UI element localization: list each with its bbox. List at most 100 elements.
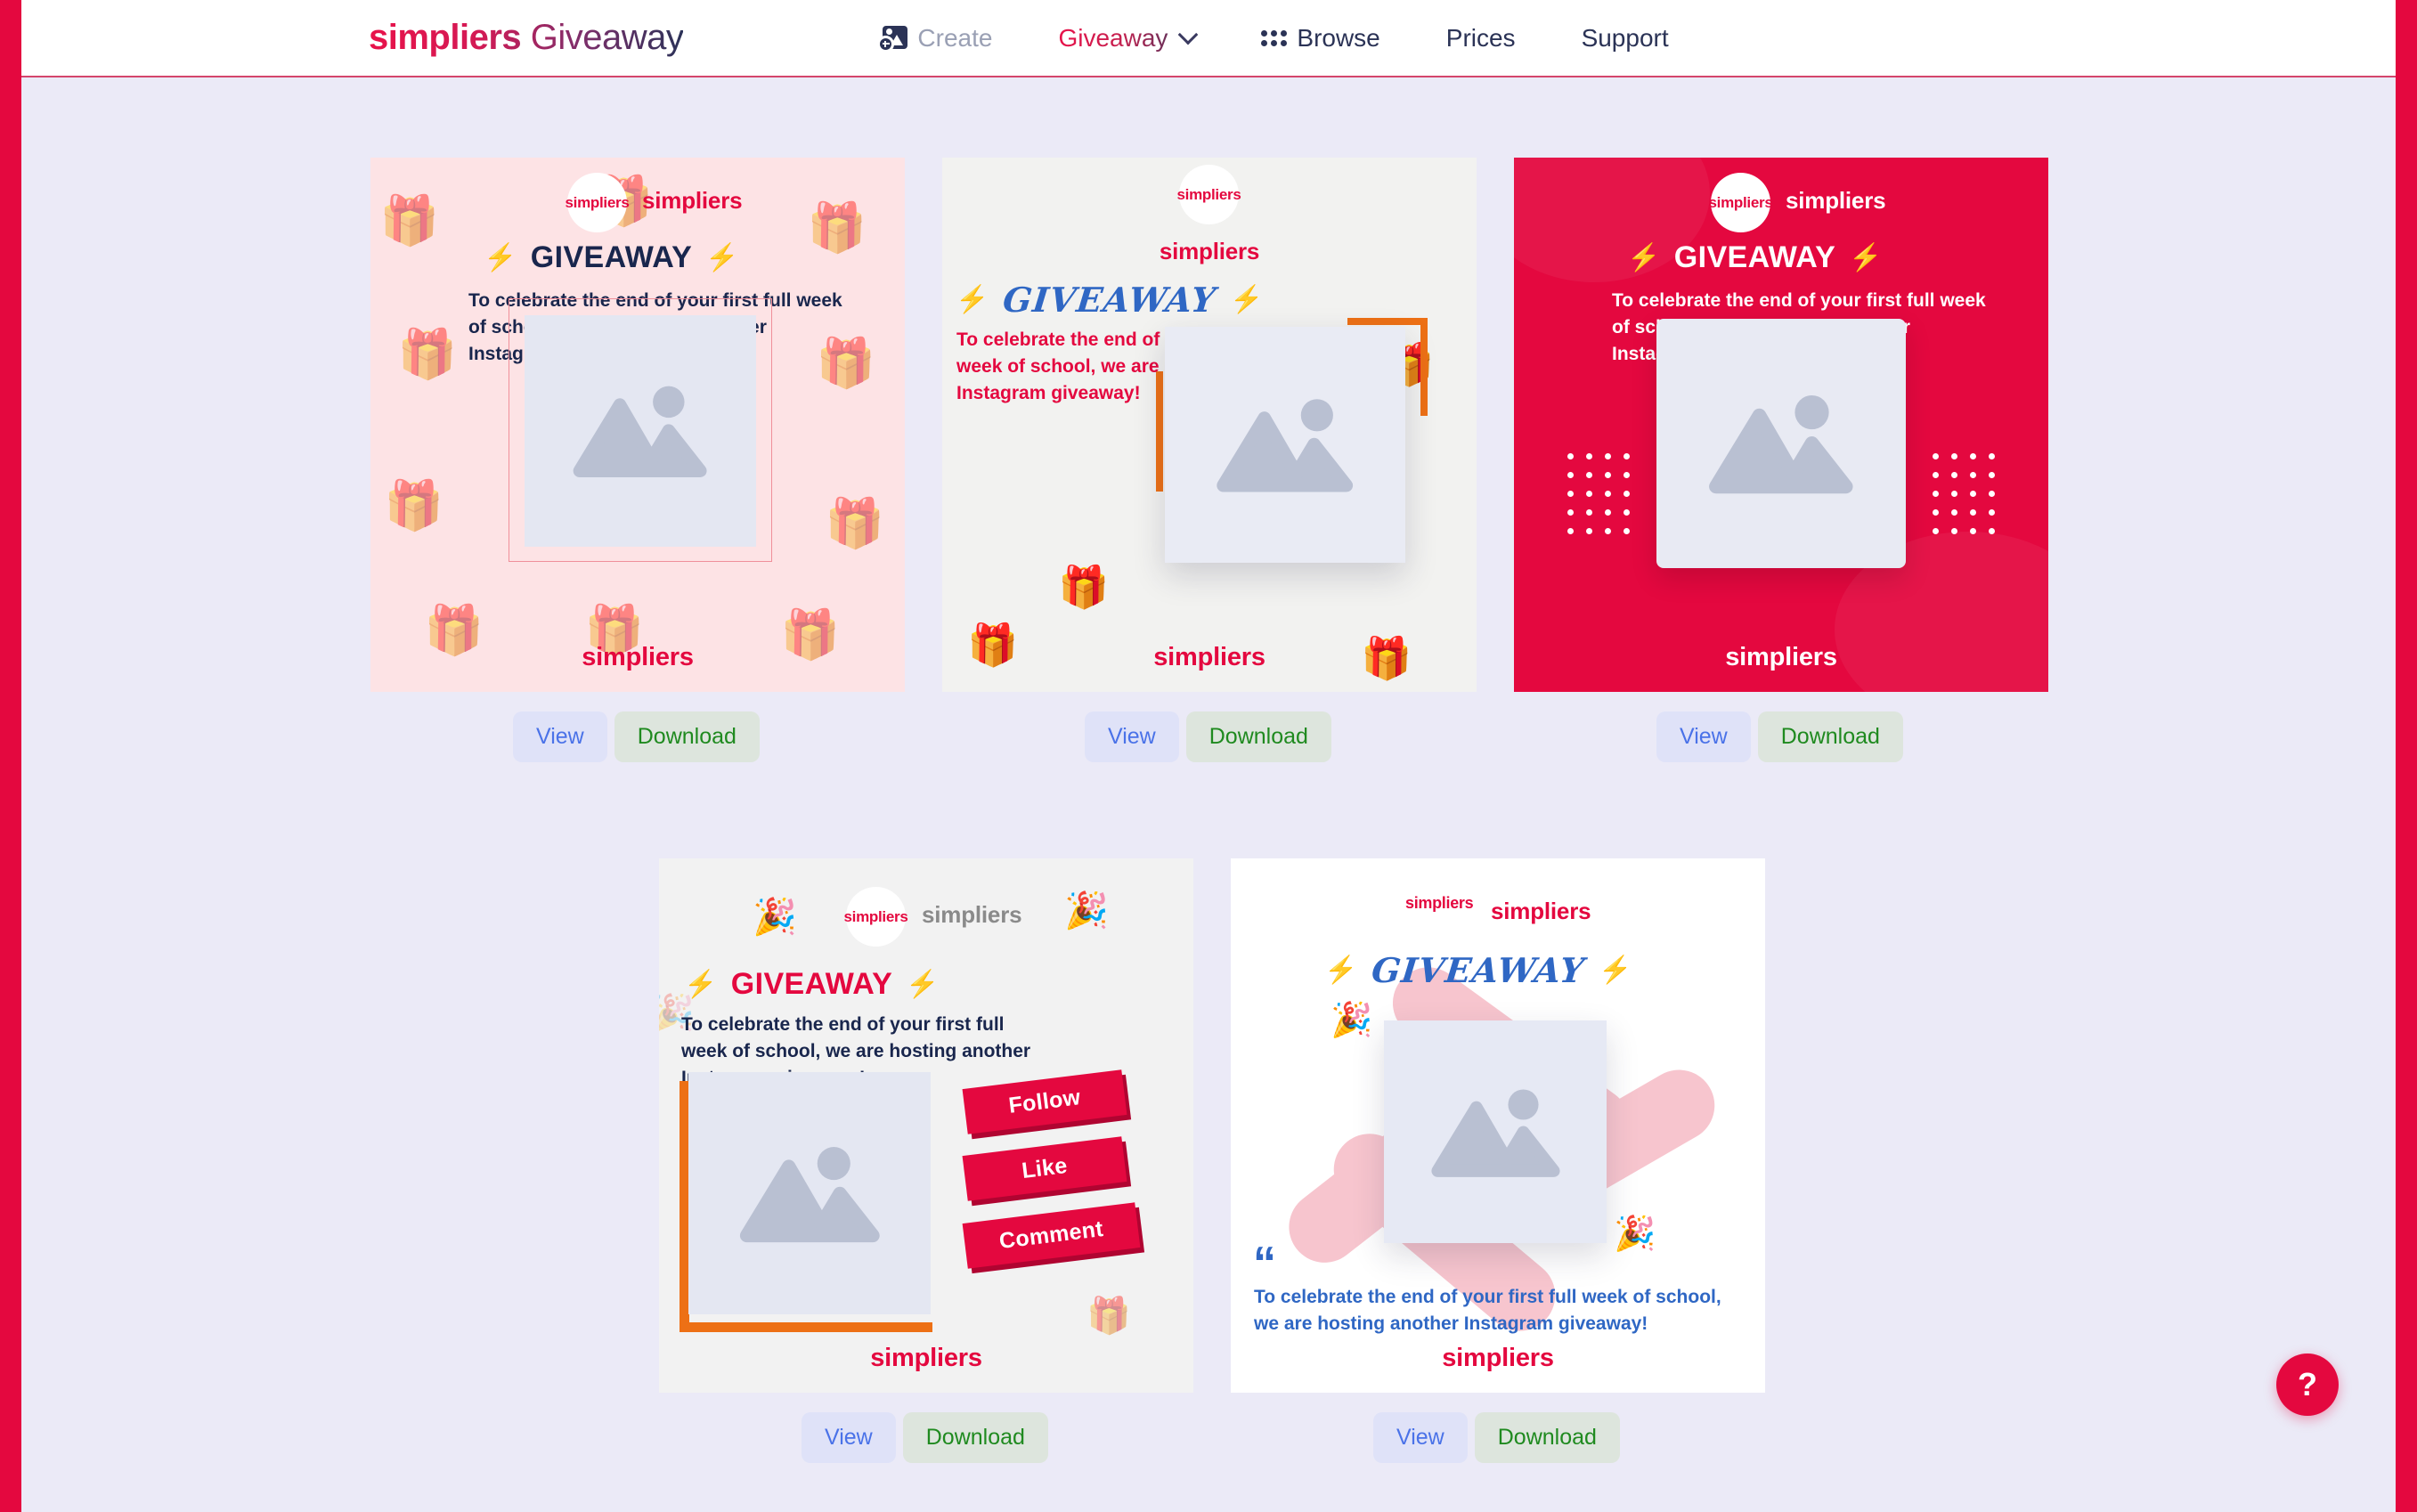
nav-item-support[interactable]: Support xyxy=(1582,24,1669,53)
card-actions-2: View Download xyxy=(942,711,1477,762)
download-button[interactable]: Download xyxy=(902,1412,1048,1463)
handle-top: simpliers xyxy=(922,901,1022,928)
image-placeholder[interactable] xyxy=(1656,319,1906,568)
logo-light: Giveaway xyxy=(530,18,684,57)
view-button[interactable]: View xyxy=(1656,711,1751,762)
template-gallery: 🎁🎁 🎁🎁 🎁🎁 🎁🎁 🎁🎁 simpliers simpliers ⚡ GIV… xyxy=(21,77,2396,1512)
card-actions-3: View Download xyxy=(1514,711,2048,762)
nav-item-giveaway[interactable]: Giveaway xyxy=(1058,23,1199,53)
description-text: To celebrate the end of your first full … xyxy=(1254,1287,1721,1334)
giveaway-title-block: ⚡ GIVEAWAY ⚡ xyxy=(484,240,739,275)
gift-outline-icon-2: 🎁 xyxy=(1058,564,1110,610)
avatar: simpliers xyxy=(1708,173,1773,232)
confetti-gift-icon-3: 🎁 xyxy=(1086,1297,1131,1336)
avatar-text: simpliers xyxy=(843,907,908,925)
dot-grid-left xyxy=(1567,453,1630,534)
chevron-down-icon xyxy=(1178,24,1199,45)
template-preview-grey[interactable]: 🎁 🎁 🎁 🎁 🎁 simpliers simpliers ⚡ GIVEAWAY… xyxy=(942,158,1477,692)
avatar: simpliers xyxy=(1176,165,1241,224)
nav-label-create: Create xyxy=(917,23,993,52)
nav-label-giveaway: Giveaway xyxy=(1058,23,1168,52)
bolt-icon-left: ⚡ xyxy=(1627,243,1661,272)
view-button[interactable]: View xyxy=(513,711,607,762)
confetti-gift-icon-1: 🎉 xyxy=(753,898,797,937)
action-tag-like[interactable]: Like xyxy=(962,1136,1127,1201)
template-preview-actions[interactable]: 🎉 🎉 🎁 🎉 simpliers simpliers ⚡ GIVEAWAY ⚡… xyxy=(659,858,1193,1393)
giveaway-title-block: ⚡ GIVEAWAY ⚡ xyxy=(954,280,1266,320)
help-button[interactable]: ? xyxy=(2276,1353,2339,1416)
nav-item-create[interactable]: Create xyxy=(877,24,992,53)
handle-bottom: simpliers xyxy=(1725,643,1837,671)
download-button[interactable]: Download xyxy=(614,711,760,762)
template-card-5: simpliers simpliers ⚡ GIVEAWAY ⚡ 🎉 🎉 “ T… xyxy=(1231,858,1765,1463)
nav-label-prices: Prices xyxy=(1445,23,1516,52)
confetti-gift-icon-2: 🎉 xyxy=(1614,1215,1656,1253)
nav-label-browse: Browse xyxy=(1297,23,1380,52)
handle-bottom: simpliers xyxy=(582,643,694,671)
nav-item-browse[interactable]: Browse xyxy=(1261,23,1380,53)
template-preview-white[interactable]: simpliers simpliers ⚡ GIVEAWAY ⚡ 🎉 🎉 “ T… xyxy=(1231,858,1765,1393)
avatar: simpliers xyxy=(1405,894,1474,913)
quote-mark-icon: “ xyxy=(1253,1238,1276,1289)
app-logo[interactable]: simpliers Giveaway xyxy=(369,18,683,58)
image-placeholder[interactable] xyxy=(1165,327,1405,563)
bolt-icon-right: ⚡ xyxy=(1598,955,1632,986)
bolt-icon-right: ⚡ xyxy=(1849,243,1883,272)
view-button[interactable]: View xyxy=(802,1412,896,1463)
handle-bottom: simpliers xyxy=(870,1344,982,1372)
template-card-2: 🎁 🎁 🎁 🎁 🎁 simpliers simpliers ⚡ GIVEAWAY… xyxy=(942,158,1477,762)
image-placeholder[interactable] xyxy=(688,1072,931,1314)
template-preview-crimson[interactable]: simpliers simpliers ⚡ GIVEAWAY ⚡ To cele… xyxy=(1514,158,2048,692)
handle-bottom: simpliers xyxy=(1153,643,1265,671)
download-button[interactable]: Download xyxy=(1757,711,1903,762)
giveaway-title: GIVEAWAY xyxy=(1673,240,1836,274)
giveaway-title: GIVEAWAY xyxy=(1369,950,1587,990)
nav-item-prices[interactable]: Prices xyxy=(1446,24,1516,53)
bolt-icon-left: ⚡ xyxy=(956,284,990,315)
bolt-icon-right: ⚡ xyxy=(705,243,739,272)
template-preview-pink[interactable]: 🎁🎁 🎁🎁 🎁🎁 🎁🎁 🎁🎁 simpliers simpliers ⚡ GIV… xyxy=(370,158,905,692)
view-button[interactable]: View xyxy=(1373,1412,1468,1463)
image-placeholder[interactable] xyxy=(525,315,756,547)
bolt-icon-right: ⚡ xyxy=(906,970,940,999)
template-card-4: 🎉 🎉 🎁 🎉 simpliers simpliers ⚡ GIVEAWAY ⚡… xyxy=(659,858,1193,1463)
grid-dots-icon xyxy=(1261,29,1288,46)
top-navigation-bar: simpliers Giveaway Create Giveaway Brows… xyxy=(21,0,2396,77)
right-red-rail xyxy=(2396,0,2417,1512)
confetti-gift-icon-1: 🎉 xyxy=(1331,1002,1373,1039)
handle-top: simpliers xyxy=(1159,238,1260,264)
action-tag-comment[interactable]: Comment xyxy=(962,1202,1141,1269)
avatar-text: simpliers xyxy=(1405,894,1474,912)
giveaway-title: GIVEAWAY xyxy=(1000,280,1218,320)
giveaway-title: GIVEAWAY xyxy=(530,240,693,274)
avatar-text: simpliers xyxy=(565,193,630,211)
avatar: simpliers xyxy=(843,887,908,947)
avatar-text: simpliers xyxy=(1176,185,1241,203)
handle-top: simpliers xyxy=(1491,898,1591,924)
bolt-icon-left: ⚡ xyxy=(1324,955,1359,986)
template-card-1: 🎁🎁 🎁🎁 🎁🎁 🎁🎁 🎁🎁 simpliers simpliers ⚡ GIV… xyxy=(370,158,905,762)
download-button[interactable]: Download xyxy=(1185,711,1331,762)
avatar: simpliers xyxy=(565,173,630,232)
card-actions-5: View Download xyxy=(1231,1412,1765,1463)
card-actions-1: View Download xyxy=(370,711,905,762)
giveaway-title-block: ⚡ GIVEAWAY ⚡ xyxy=(684,967,940,1002)
card-actions-4: View Download xyxy=(659,1412,1193,1463)
orange-bar-bottom xyxy=(680,1322,932,1332)
handle-top: simpliers xyxy=(1786,187,1886,214)
template-row-1: 🎁🎁 🎁🎁 🎁🎁 🎁🎁 🎁🎁 simpliers simpliers ⚡ GIV… xyxy=(370,158,2048,762)
nav-label-support: Support xyxy=(1581,23,1669,52)
template-card-3: simpliers simpliers ⚡ GIVEAWAY ⚡ To cele… xyxy=(1514,158,2048,762)
bolt-icon-right: ⚡ xyxy=(1229,284,1264,315)
confetti-gift-icon-2: 🎉 xyxy=(1064,891,1109,931)
avatar-text: simpliers xyxy=(1708,193,1773,211)
download-button[interactable]: Download xyxy=(1474,1412,1620,1463)
handle-top: simpliers xyxy=(642,187,743,214)
giveaway-title: GIVEAWAY xyxy=(730,967,893,1001)
image-placeholder[interactable] xyxy=(1384,1020,1607,1243)
main-nav: Create Giveaway Browse Prices Support xyxy=(877,23,1669,53)
create-image-icon xyxy=(877,24,908,53)
view-button[interactable]: View xyxy=(1085,711,1179,762)
bolt-icon-left: ⚡ xyxy=(684,970,718,999)
bolt-icon-left: ⚡ xyxy=(484,243,517,272)
